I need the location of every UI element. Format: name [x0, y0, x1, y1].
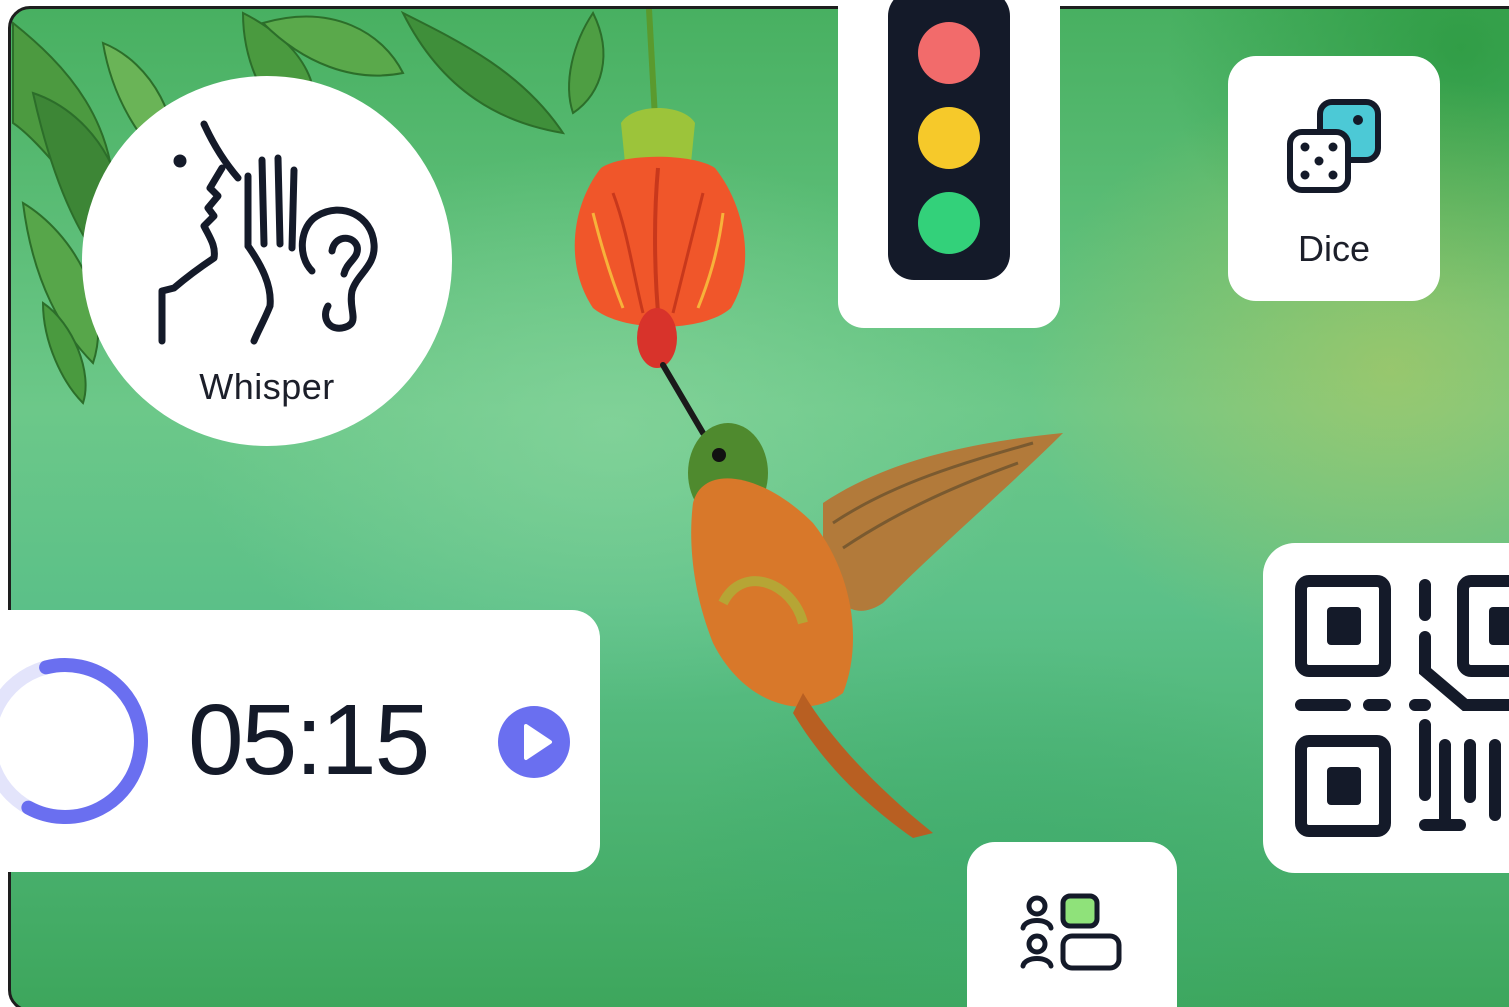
play-button[interactable] — [498, 706, 570, 778]
timer-progress-ring — [0, 658, 148, 824]
group-maker-widget[interactable] — [967, 842, 1177, 1007]
dice-label: Dice — [1297, 228, 1371, 269]
dice-widget[interactable]: Dice — [1228, 56, 1440, 301]
qr-code-icon — [1295, 575, 1509, 837]
dice-icon — [1287, 99, 1381, 193]
yellow-light[interactable] — [918, 107, 980, 169]
whisper-label: Whisper — [199, 366, 335, 407]
whisper-icon — [158, 120, 378, 345]
hummingbird — [660, 362, 1063, 838]
classroom-widgets-showcase: Whisper Dice 05:15 — [0, 0, 1509, 1007]
group-maker-icon — [1020, 893, 1122, 971]
traffic-light-widget[interactable] — [838, 0, 1060, 328]
timer-widget[interactable]: 05:15 — [0, 610, 600, 872]
play-icon — [524, 724, 552, 760]
timer-display: 05:15 — [188, 684, 430, 796]
whisper-widget[interactable]: Whisper — [82, 76, 452, 446]
red-light[interactable] — [918, 22, 980, 84]
qr-code-widget[interactable] — [1263, 543, 1509, 873]
green-light[interactable] — [918, 192, 980, 254]
traffic-light-icon — [888, 0, 1010, 280]
